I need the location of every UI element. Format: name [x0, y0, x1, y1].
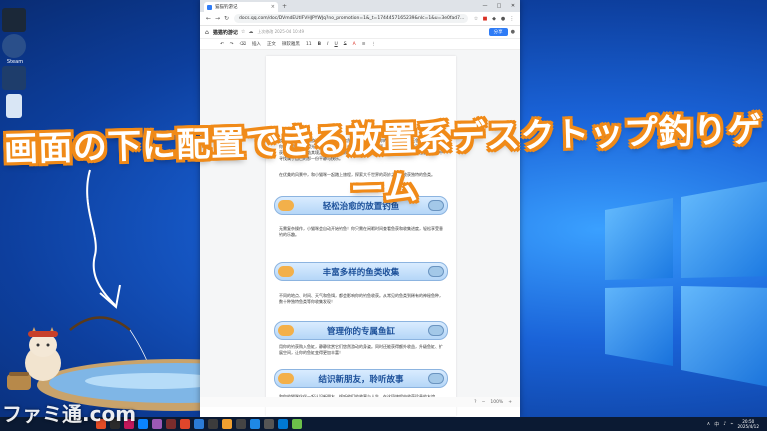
taskbar-app-icon[interactable] — [166, 419, 176, 429]
aquarium-paragraph: 用你的钓获购入鱼缸，静静欣赏它们悠然游动的身姿。同时还能获得额外收益，升级鱼缸、… — [279, 344, 443, 355]
minimize-button[interactable]: — — [478, 3, 492, 9]
italic-button[interactable]: I — [327, 42, 328, 47]
url-input[interactable]: docs.qq.com/doc/DVmdEUtIFVHJPYWJq?no_pro… — [234, 14, 468, 23]
taskbar-app-icon[interactable] — [152, 419, 162, 429]
extension-icon[interactable]: ■ — [481, 15, 489, 23]
doc-header: ⌂ 猫猫钓游记 ☆ ☁ 上次修改 2025-04 10:49 分享 ● — [200, 26, 520, 39]
taskbar-app-icon[interactable] — [278, 419, 288, 429]
input-method-icon[interactable]: 中 — [714, 421, 719, 428]
taskbar-app-icon[interactable] — [194, 419, 204, 429]
zoom-level[interactable]: 100% — [490, 400, 503, 405]
section-banner-friends: 结识新朋友，聆听故事 — [274, 369, 448, 388]
section-banner-fish-collection: 丰富多样的鱼类收集 — [274, 262, 448, 281]
last-modified: 上次修改 2025-04 10:49 — [257, 29, 305, 34]
steam-desktop-icon[interactable] — [2, 8, 26, 32]
tab-strip: 猫猫钓游记 × + — □ ✕ — [200, 0, 520, 12]
fish-icon — [428, 373, 444, 384]
zoom-out-button[interactable]: − — [482, 400, 486, 405]
file-desktop-icon[interactable] — [6, 94, 22, 118]
strike-button[interactable]: S — [344, 42, 347, 47]
doc-title[interactable]: 猫猫钓游记 — [213, 29, 238, 36]
bold-button[interactable]: B — [318, 42, 321, 47]
extensions-puzzle-icon[interactable]: ◆ — [490, 15, 498, 23]
font-size-select[interactable]: 11 — [306, 42, 312, 47]
system-tray: ∧ 中 ♪ ⌁ 20:50 2025/4/12 — [707, 419, 767, 429]
taskbar-app-icon[interactable] — [208, 419, 218, 429]
section-banner-aquarium: 管理你的专属鱼缸 — [274, 321, 448, 340]
article-headline: 画面の下に配置できる放置系デスクトップ釣りゲーム — [3, 110, 763, 210]
taskbar-app-icon[interactable] — [138, 419, 148, 429]
windows-logo-icon — [605, 181, 767, 387]
font-color-button[interactable]: A — [353, 42, 356, 47]
address-bar: ← → ↻ docs.qq.com/doc/DVmdEUtIFVHJPYWJq?… — [200, 12, 520, 26]
network-icon[interactable]: ⌁ — [731, 421, 734, 427]
cat-fishing-icon — [278, 325, 294, 336]
close-window-button[interactable]: ✕ — [506, 3, 520, 9]
clock[interactable]: 20:50 2025/4/12 — [738, 419, 759, 429]
undo-button[interactable]: ↶ — [220, 42, 224, 47]
paragraph-style-select[interactable]: 正文 — [267, 41, 276, 47]
idle-paragraph: 无需复杂操作，小猫咪会自动开始钓鱼！你只需在闲暇时间查看鱼获和收集进度，轻松享受… — [279, 226, 443, 237]
steam-desktop-label: Steam — [6, 59, 24, 65]
redo-button[interactable]: ↷ — [230, 42, 234, 47]
more-tools-button[interactable]: ⋮ — [371, 42, 376, 47]
fish-icon — [428, 325, 444, 336]
more-menu-icon[interactable]: ⋮ — [508, 15, 516, 23]
clear-format-button[interactable]: ⌫ — [240, 42, 246, 47]
tab-title: 猫猫钓游记 — [215, 5, 238, 10]
new-tab-button[interactable]: + — [282, 3, 287, 10]
tencent-docs-icon — [207, 4, 212, 10]
share-button[interactable]: 分享 — [488, 28, 508, 36]
banner-title: 管理你的专属鱼缸 — [326, 326, 395, 337]
star-icon[interactable]: ☆ — [472, 15, 480, 23]
home-icon[interactable]: ⌂ — [205, 29, 209, 36]
taskbar-app-icon[interactable] — [264, 419, 274, 429]
clock-date: 2025/4/12 — [737, 424, 759, 429]
star-doc-icon[interactable]: ☆ — [241, 29, 245, 35]
tab-close-icon[interactable]: × — [271, 4, 275, 10]
game-desktop-icon[interactable] — [2, 66, 26, 90]
profile-icon[interactable]: ● — [499, 15, 507, 23]
banner-title: 结识新朋友，聆听故事 — [318, 374, 404, 385]
cat-fishing-icon — [278, 266, 294, 277]
steam-app-desktop-icon[interactable] — [2, 34, 26, 58]
fish-icon — [428, 266, 444, 277]
document-area: 欢迎来到《猫猫钓游记》，唯心猫猫悠然挥竿，让你成为你的猫世界里与世无争生活的乐趣… — [200, 50, 520, 416]
align-button[interactable]: ≡ — [362, 42, 366, 47]
taskbar-app-icon[interactable] — [180, 419, 190, 429]
window-controls: — □ ✕ — [478, 3, 520, 9]
cloud-icon: ☁ — [248, 29, 254, 35]
reload-button[interactable]: ↻ — [222, 15, 231, 22]
underline-button[interactable]: U — [334, 42, 337, 47]
maximize-button[interactable]: □ — [492, 3, 506, 9]
avatar[interactable]: ● — [511, 29, 515, 35]
taskbar-app-icon[interactable] — [250, 419, 260, 429]
volume-icon[interactable]: ♪ — [723, 421, 726, 427]
famitsu-watermark: ファミ通.com — [2, 402, 137, 426]
taskbar-app-icon[interactable] — [236, 419, 246, 429]
tray-overflow-icon[interactable]: ∧ — [707, 421, 711, 427]
bucket-icon — [7, 372, 31, 390]
taskbar-app-icon[interactable] — [292, 419, 302, 429]
help-button[interactable]: ? — [474, 400, 476, 405]
back-button[interactable]: ← — [204, 15, 213, 22]
browser-tab[interactable]: 猫猫钓游记 × — [204, 2, 278, 12]
format-toolbar: ↶ ↷ ⌫ 插入 正文 微软雅黑 11 B I U S A ≡ ⋮ — [200, 39, 520, 50]
forward-button[interactable]: → — [213, 15, 222, 22]
font-family-select[interactable]: 微软雅黑 — [282, 41, 300, 47]
banner-title: 丰富多样的鱼类收集 — [322, 267, 400, 278]
insert-menu[interactable]: 插入 — [252, 41, 261, 47]
zoom-in-button[interactable]: + — [508, 400, 512, 405]
cat-fishing-icon — [278, 373, 294, 384]
collection-paragraph: 不同的地点、时间、天气和鱼饵，都会影响你的钓鱼收获。从常见的鱼类到稀有的神秘鱼种… — [279, 293, 443, 304]
taskbar-app-icon[interactable] — [222, 419, 232, 429]
doc-status-bar: ? − 100% + — [200, 397, 520, 407]
